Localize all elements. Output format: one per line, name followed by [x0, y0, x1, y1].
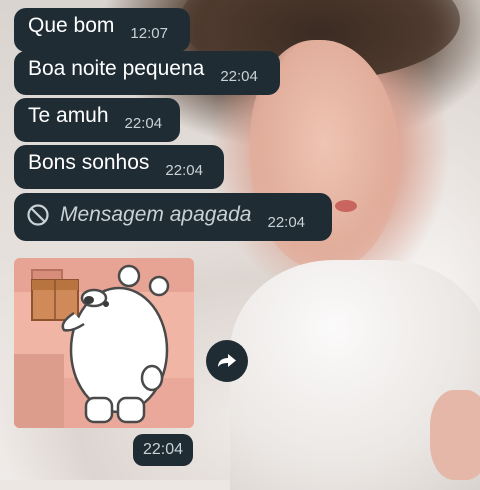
sticker-time-badge: 22:04	[133, 434, 193, 466]
message-text: Te amuh	[28, 104, 109, 127]
forward-icon	[218, 354, 236, 367]
forward-button[interactable]	[206, 340, 248, 382]
message-bubble[interactable]: Boa noite pequena 22:04	[14, 51, 280, 95]
wallpaper-lips	[335, 200, 357, 212]
message-bubble[interactable]: Que bom 12:07	[14, 8, 190, 52]
polar-bear-sticker-image	[14, 258, 194, 428]
message-time: 22:04	[124, 115, 163, 132]
sticker-time: 22:04	[142, 441, 184, 458]
message-text: Boa noite pequena	[28, 57, 205, 80]
message-bubble[interactable]: Bons sonhos 22:04	[14, 145, 224, 189]
deleted-message-bubble[interactable]: Mensagem apagada 22:04	[14, 193, 332, 241]
message-time: 22:04	[220, 68, 258, 85]
message-text: Bons sonhos	[28, 151, 150, 174]
polar-bear-sticker[interactable]	[14, 258, 194, 428]
message-text: Que bom	[28, 14, 115, 37]
ban-icon	[27, 204, 49, 226]
message-time: 22:04	[165, 162, 203, 179]
message-bubble[interactable]: Te amuh 22:04	[14, 98, 180, 142]
deleted-message-text: Mensagem apagada	[60, 203, 252, 226]
message-time: 12:07	[130, 25, 168, 42]
message-time: 22:04	[267, 214, 306, 231]
wallpaper-hand	[430, 390, 480, 480]
